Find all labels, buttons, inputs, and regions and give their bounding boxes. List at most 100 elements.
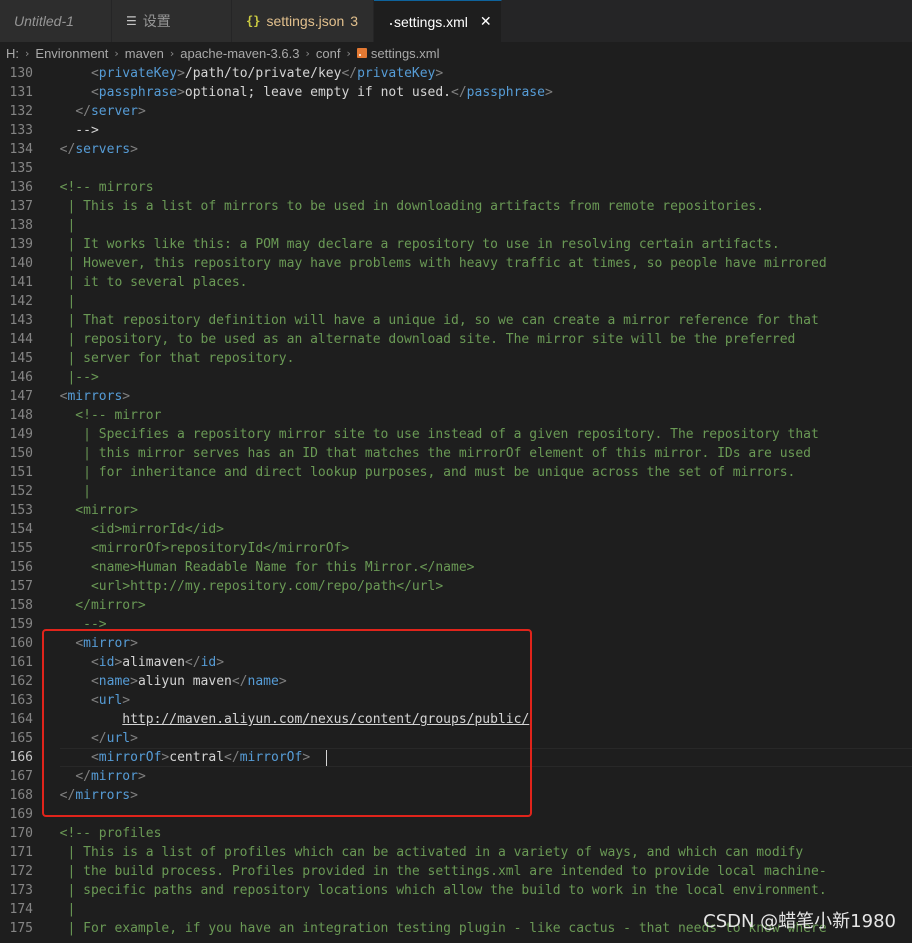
code-line[interactable]: 132 </server>: [0, 102, 912, 121]
code-line[interactable]: 137 | This is a list of mirrors to be us…: [0, 197, 912, 216]
breadcrumb-item[interactable]: Environment: [35, 46, 108, 61]
line-number: 142: [9, 294, 33, 309]
code-line[interactable]: 138 |: [0, 216, 912, 235]
code-line[interactable]: 144 | repository, to be used as an alter…: [0, 330, 912, 349]
line-number: 131: [9, 85, 33, 100]
breadcrumb-item[interactable]: settings.xml: [371, 46, 440, 61]
line-number: 150: [9, 446, 33, 461]
line-number: 137: [9, 199, 33, 214]
code-line[interactable]: 133 -->: [0, 121, 912, 140]
code-line[interactable]: 134 </servers>: [0, 140, 912, 159]
breadcrumb-item[interactable]: maven: [125, 46, 164, 61]
tab-untitled-1[interactable]: Untitled-1: [0, 0, 112, 42]
line-number: 162: [9, 674, 33, 689]
tab-settings-json[interactable]: {} settings.json 3: [232, 0, 374, 42]
chevron-right-icon: ›: [305, 46, 310, 60]
line-number: 134: [9, 142, 33, 157]
line-code: <!-- mirrors: [44, 180, 154, 195]
code-line[interactable]: 143 | That repository definition will ha…: [0, 311, 912, 330]
code-line[interactable]: 155 <mirrorOf>repositoryId</mirrorOf>: [0, 539, 912, 558]
line-code: |: [44, 484, 91, 499]
line-number: 151: [9, 465, 33, 480]
line-number: 167: [9, 769, 33, 784]
code-line[interactable]: 145 | server for that repository.: [0, 349, 912, 368]
line-code: -->: [44, 123, 99, 138]
line-number: 135: [9, 161, 33, 176]
line-code: |: [44, 218, 76, 233]
code-line[interactable]: 150 | this mirror serves has an ID that …: [0, 444, 912, 463]
line-number: 153: [9, 503, 33, 518]
code-line[interactable]: 170 <!-- profiles: [0, 824, 912, 843]
line-number: 158: [9, 598, 33, 613]
breadcrumb-item[interactable]: H:: [6, 46, 19, 61]
line-code: | Specifies a repository mirror site to …: [44, 427, 819, 442]
line-number: 144: [9, 332, 33, 347]
line-code: | It works like this: a POM may declare …: [44, 237, 780, 252]
code-line[interactable]: 131 <passphrase>optional; leave empty if…: [0, 83, 912, 102]
line-code: |: [44, 902, 76, 917]
line-number: 149: [9, 427, 33, 442]
line-code: | it to several places.: [44, 275, 248, 290]
line-code: | However, this repository may have prob…: [44, 256, 827, 271]
line-number: 159: [9, 617, 33, 632]
line-code: | This is a list of mirrors to be used i…: [44, 199, 765, 214]
chevron-right-icon: ›: [25, 46, 30, 60]
line-number: 141: [9, 275, 33, 290]
line-number: 146: [9, 370, 33, 385]
line-code: <url>http://my.repository.com/repo/path<…: [44, 579, 444, 594]
code-line[interactable]: 154 <id>mirrorId</id>: [0, 520, 912, 539]
close-icon[interactable]: ✕: [480, 13, 492, 30]
line-number: 169: [9, 807, 33, 822]
line-code: <mirrors>: [59, 389, 131, 404]
tab-label: settings.json: [266, 13, 345, 29]
breadcrumb-item[interactable]: apache-maven-3.6.3: [180, 46, 299, 61]
code-line[interactable]: 157 <url>http://my.repository.com/repo/p…: [0, 577, 912, 596]
line-number: 148: [9, 408, 33, 423]
line-code: <id>mirrorId</id>: [44, 522, 225, 537]
code-line[interactable]: 151 | for inheritance and direct lookup …: [0, 463, 912, 482]
line-number: 133: [9, 123, 33, 138]
code-line[interactable]: 171 | This is a list of profiles which c…: [0, 843, 912, 862]
code-line[interactable]: 149 | Specifies a repository mirror site…: [0, 425, 912, 444]
code-line[interactable]: 136 <!-- mirrors: [0, 178, 912, 197]
rss-icon: [356, 48, 367, 58]
code-line[interactable]: 141 | it to several places.: [0, 273, 912, 292]
line-number: 164: [9, 712, 33, 727]
code-line[interactable]: 147 <mirrors>: [0, 387, 912, 406]
line-number: 139: [9, 237, 33, 252]
code-line[interactable]: 152 |: [0, 482, 912, 501]
tab-settings-ui[interactable]: ☰ 设置: [112, 0, 232, 42]
code-line[interactable]: 156 <name>Human Readable Name for this M…: [0, 558, 912, 577]
tab-label: Untitled-1: [14, 13, 74, 29]
code-line[interactable]: 135: [0, 159, 912, 178]
code-line[interactable]: 172 | the build process. Profiles provid…: [0, 862, 912, 881]
problems-count-badge: 3: [350, 13, 359, 29]
code-line[interactable]: 139 | It works like this: a POM may decl…: [0, 235, 912, 254]
json-icon: {}: [246, 14, 261, 28]
line-number: 160: [9, 636, 33, 651]
code-line[interactable]: 140 | However, this repository may have …: [0, 254, 912, 273]
line-code: | this mirror serves has an ID that matc…: [44, 446, 812, 461]
line-number: 155: [9, 541, 33, 556]
code-line[interactable]: 148 <!-- mirror: [0, 406, 912, 425]
line-code: | server for that repository.: [44, 351, 295, 366]
tab-label: 设置: [142, 13, 171, 29]
code-line[interactable]: 130 <privateKey>/path/to/private/key</pr…: [0, 64, 912, 83]
code-line[interactable]: 146 |-->: [0, 368, 912, 387]
line-number: 154: [9, 522, 33, 537]
line-code: <passphrase>optional; leave empty if not…: [90, 85, 553, 100]
line-number: 152: [9, 484, 33, 499]
line-number: 170: [9, 826, 33, 841]
breadcrumb-item[interactable]: conf: [316, 46, 341, 61]
line-number: 130: [9, 66, 33, 81]
line-number: 161: [9, 655, 33, 670]
code-line[interactable]: 153 <mirror>: [0, 501, 912, 520]
code-line[interactable]: 158 </mirror>: [0, 596, 912, 615]
code-line[interactable]: 142 |: [0, 292, 912, 311]
line-number: 171: [9, 845, 33, 860]
line-number: 136: [9, 180, 33, 195]
line-code: | the build process. Profiles provided i…: [44, 864, 827, 879]
tab-settings-xml[interactable]: settings.xml ✕: [374, 0, 502, 42]
chevron-right-icon: ›: [169, 46, 175, 60]
code-line[interactable]: 173 | specific paths and repository loca…: [0, 881, 912, 900]
